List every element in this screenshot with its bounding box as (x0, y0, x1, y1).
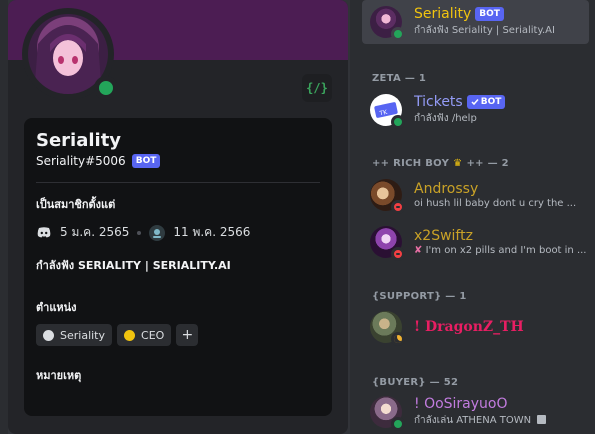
role-pill[interactable]: Seriality (36, 324, 113, 346)
member-name-text: ! OoSirayuoO (414, 396, 508, 412)
role-pill[interactable]: CEO (117, 324, 172, 346)
profile-activity: กำลังฟัง SERIALITY | SERIALITY.AI (36, 259, 231, 272)
bot-badge: BOT (475, 7, 504, 21)
member-row-dragonz[interactable]: ! DragonZ_TH (362, 305, 589, 349)
member-row-seriality[interactable]: Seriality BOT กำลังฟัง Seriality | Seria… (362, 0, 589, 44)
member-name: ! DragonZ_TH (414, 319, 589, 335)
online-status-icon (391, 27, 405, 41)
member-row-oosirayuoo[interactable]: ! OoSirayuoO กำลังเล่น ATHENA TOWN (362, 390, 589, 434)
separator-dot (137, 230, 142, 235)
member-activity: กำลังฟัง /help (414, 113, 477, 124)
online-status-icon (94, 76, 118, 100)
member-name-text: x2Swiftz (414, 228, 473, 244)
member-name: Tickets BOT (414, 94, 589, 110)
group-header-buyer: {BUYER} — 52 (372, 377, 459, 388)
member-avatar (370, 6, 405, 41)
profile-info-panel: Seriality Seriality#5006 BOT เป็นสมาชิกต… (24, 118, 332, 416)
role-color-dot (124, 329, 136, 341)
member-avatar (370, 311, 405, 346)
do-not-disturb-status-icon (391, 200, 405, 214)
member-list: Seriality BOT กำลังฟัง Seriality | Seria… (354, 0, 595, 434)
member-activity: กำลังเล่น ATHENA TOWN (414, 413, 589, 428)
online-status-icon (391, 115, 405, 129)
member-name: Androssy (414, 181, 589, 197)
member-avatar: TK (370, 94, 405, 129)
role-label: CEO (141, 328, 165, 342)
profile-tag-row: Seriality#5006 BOT (36, 154, 320, 168)
member-avatar (370, 226, 405, 261)
role-color-dot (43, 329, 54, 341)
member-name-text: Androssy (414, 181, 479, 197)
member-since-title: เป็นสมาชิกตั้งแต่ (36, 198, 116, 211)
crown-icon: ♛ (453, 158, 463, 169)
verified-bot-badge: BOT (466, 95, 506, 109)
member-name-text: ! DragonZ_TH (414, 319, 524, 335)
member-name: ! OoSirayuoO (414, 396, 589, 412)
member-activity: ✘ I'm on x2 pills and I'm boot in ... (414, 245, 587, 256)
member-name-text: Seriality (414, 6, 472, 22)
bot-badge: BOT (131, 154, 161, 168)
active-developer-icon[interactable]: {/} (302, 74, 332, 102)
profile-avatar[interactable] (22, 8, 118, 100)
check-icon (471, 99, 479, 106)
left-rail (0, 0, 8, 434)
member-name: x2Swiftz (414, 228, 589, 244)
member-row-tickets[interactable]: TK Tickets BOT กำลังฟัง /help (362, 88, 589, 132)
profile-username: Seriality (36, 130, 122, 151)
add-role-button[interactable]: + (176, 324, 199, 346)
member-name-text: Tickets (414, 94, 463, 110)
do-not-disturb-status-icon (391, 247, 405, 261)
member-row-x2swiftz[interactable]: x2Swiftz ✘ I'm on x2 pills and I'm boot … (362, 220, 589, 264)
roles-list: Seriality CEO + (36, 324, 320, 346)
member-avatar (370, 396, 405, 431)
server-join-date: 11 พ.ค. 2566 (173, 225, 251, 239)
member-name: Seriality BOT (414, 6, 589, 22)
member-avatar (370, 179, 405, 214)
profile-tag: Seriality#5006 (36, 154, 126, 168)
member-activity: oi hush lil baby dont u cry the ... (414, 198, 577, 209)
member-row-androssy[interactable]: Androssy oi hush lil baby dont u cry the… (362, 173, 589, 217)
discord-logo-icon (36, 225, 52, 241)
roles-title: ตำแหน่ง (36, 301, 77, 314)
note-title: หมายเหตุ (36, 369, 82, 382)
idle-status-icon (391, 332, 405, 346)
member-since-row: 5 ม.ค. 2565 11 พ.ค. 2566 (36, 223, 320, 242)
role-label: Seriality (60, 328, 106, 342)
group-header-rich-boy: ++ RICH BOY ♛ ++ — 2 (372, 158, 509, 169)
x-emoji-icon: ✘ (414, 245, 423, 256)
group-header-zeta: ZETA — 1 (372, 73, 427, 84)
member-activity: กำลังฟัง Seriality | Seriality.AI (414, 25, 555, 36)
group-header-support: {SUPPORT} — 1 (372, 291, 467, 302)
online-status-icon (391, 417, 405, 431)
rich-presence-icon (537, 415, 547, 424)
divider (36, 182, 320, 183)
discord-join-date: 5 ม.ค. 2565 (60, 225, 130, 239)
server-icon (149, 224, 166, 241)
profile-popout: {/} Seriality Seriality#5006 BOT เป็นสมา… (8, 0, 348, 434)
